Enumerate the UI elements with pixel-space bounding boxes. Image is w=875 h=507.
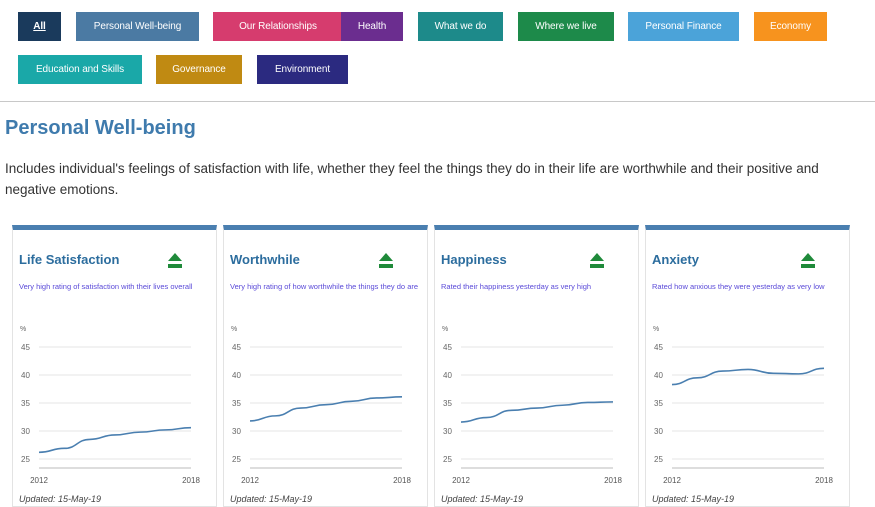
x-tick-label: 2012	[30, 476, 48, 485]
x-tick-label: 2012	[663, 476, 681, 485]
up-arrow-icon	[379, 253, 393, 268]
series-line	[460, 401, 614, 423]
section-title: Personal Well-being	[5, 117, 196, 139]
filter-where-we-live-button[interactable]: Where we live	[518, 12, 614, 41]
y-tick-label: 45	[654, 343, 663, 352]
filter-education-and-skills-button[interactable]: Education and Skills	[18, 55, 142, 84]
y-unit-label: %	[20, 326, 26, 333]
y-tick-label: 35	[443, 399, 452, 408]
section-description: Includes individual's feelings of satisf…	[5, 161, 819, 197]
line-chart: % 25 30 35 40 45 2012 2018	[231, 326, 411, 485]
card-title: Worthwhile	[230, 252, 300, 267]
x-tick-label: 2012	[241, 476, 259, 485]
x-tick-label: 2012	[452, 476, 470, 485]
line-chart: % 25 30 35 40 45 2012 2018	[442, 326, 622, 485]
x-tick-label: 2018	[815, 476, 833, 485]
updated-date: Updated: 15-May-19	[230, 494, 313, 504]
card-description: Rated how anxious they were yesterday as…	[652, 282, 825, 291]
y-tick-label: 35	[654, 399, 663, 408]
filter-governance-button[interactable]: Governance	[156, 55, 242, 84]
y-tick-label: 30	[443, 427, 452, 436]
y-tick-label: 30	[654, 427, 663, 436]
card-description: Very high rating of how worthwhile the t…	[230, 282, 419, 291]
x-tick-label: 2018	[393, 476, 411, 485]
x-tick-label: 2018	[182, 476, 200, 485]
y-tick-label: 30	[232, 427, 241, 436]
filter-what-we-do-button[interactable]: What we do	[418, 12, 503, 41]
y-tick-label: 45	[443, 343, 452, 352]
card-title: Life Satisfaction	[19, 252, 120, 267]
updated-date: Updated: 15-May-19	[19, 494, 102, 504]
updated-date: Updated: 15-May-19	[652, 494, 735, 504]
y-tick-label: 45	[232, 343, 241, 352]
indicator-card-worthwhile[interactable]: Worthwhile Very high rating of how worth…	[223, 225, 428, 507]
y-tick-label: 40	[21, 371, 30, 380]
filter-personal-well-being-button[interactable]: Personal Well-being	[76, 12, 199, 41]
section-divider	[0, 101, 875, 102]
filter-our-relationships-button[interactable]: Our Relationships	[213, 12, 343, 41]
y-tick-label: 35	[21, 399, 30, 408]
y-tick-label: 40	[443, 371, 452, 380]
y-tick-label: 25	[654, 455, 663, 464]
filter-personal-finance-button[interactable]: Personal Finance	[628, 12, 739, 41]
y-tick-label: 45	[21, 343, 30, 352]
filter-environment-button[interactable]: Environment	[257, 55, 348, 84]
y-tick-label: 30	[21, 427, 30, 436]
up-arrow-icon	[801, 253, 815, 268]
y-unit-label: %	[231, 326, 237, 333]
updated-date: Updated: 15-May-19	[441, 494, 524, 504]
y-tick-label: 40	[232, 371, 241, 380]
indicator-card-anxiety[interactable]: Anxiety Rated how anxious they were yest…	[645, 225, 850, 507]
x-tick-label: 2018	[604, 476, 622, 485]
line-chart: % 25 30 35 40 45 2012 2018	[653, 326, 833, 485]
indicator-card-happiness[interactable]: Happiness Rated their happiness yesterda…	[434, 225, 639, 507]
y-tick-label: 25	[21, 455, 30, 464]
card-title: Anxiety	[652, 252, 699, 267]
line-chart: % 25 30 35 40 45 2012 2018	[20, 326, 200, 485]
card-title: Happiness	[441, 252, 507, 267]
y-tick-label: 40	[654, 371, 663, 380]
up-arrow-icon	[168, 253, 182, 268]
indicator-card-life-satisfaction[interactable]: Life Satisfaction Very high rating of sa…	[12, 225, 217, 507]
filter-health-button[interactable]: Health	[341, 12, 403, 41]
series-line	[249, 396, 403, 422]
y-tick-label: 35	[232, 399, 241, 408]
card-description: Rated their happiness yesterday as very …	[441, 282, 592, 291]
up-arrow-icon	[590, 253, 604, 268]
y-unit-label: %	[442, 326, 448, 333]
y-tick-label: 25	[443, 455, 452, 464]
filter-economy-button[interactable]: Economy	[754, 12, 827, 41]
filter-all-button[interactable]: All	[18, 12, 61, 41]
series-line	[671, 367, 825, 386]
y-unit-label: %	[653, 326, 659, 333]
card-description: Very high rating of satisfaction with th…	[19, 282, 193, 291]
y-tick-label: 25	[232, 455, 241, 464]
